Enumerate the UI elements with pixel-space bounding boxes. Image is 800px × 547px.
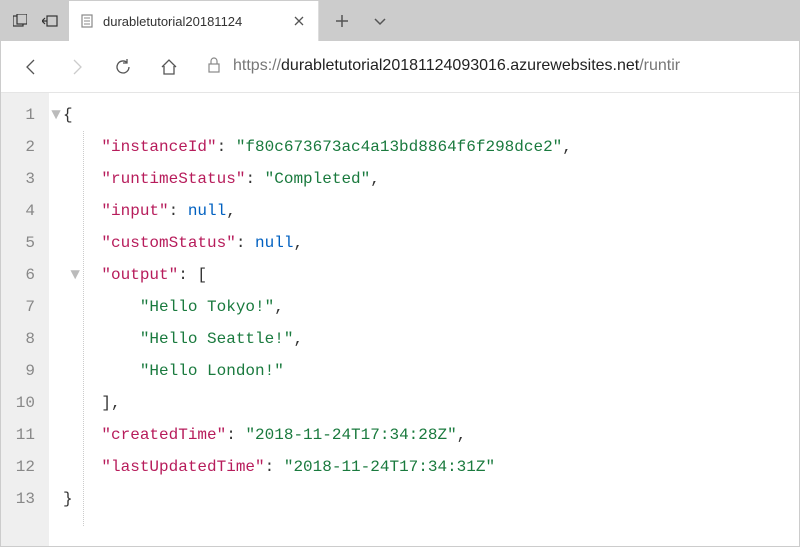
code-line: ▼{: [49, 99, 572, 131]
page-icon: [79, 13, 95, 29]
line-number: 5: [11, 227, 35, 259]
code-line: "Hello London!": [49, 355, 572, 387]
line-number: 1: [11, 99, 35, 131]
code-line: ],: [49, 387, 572, 419]
new-tab-button[interactable]: [325, 4, 359, 38]
code-line: "createdTime": "2018-11-24T17:34:28Z",: [49, 419, 572, 451]
line-number: 13: [11, 483, 35, 515]
line-number: 3: [11, 163, 35, 195]
code-line: "runtimeStatus": "Completed",: [49, 163, 572, 195]
refresh-button[interactable]: [103, 47, 143, 87]
code-line: "lastUpdatedTime": "2018-11-24T17:34:31Z…: [49, 451, 572, 483]
tab-actions-icon[interactable]: [7, 8, 33, 34]
code-line: "customStatus": null,: [49, 227, 572, 259]
tab-dropdown-button[interactable]: [363, 4, 397, 38]
code-line: }: [49, 483, 572, 515]
line-number: 10: [11, 387, 35, 419]
code-line: "Hello Tokyo!",: [49, 291, 572, 323]
fold-toggle-icon[interactable]: ▼: [49, 99, 63, 131]
url-text: https://durabletutorial20181124093016.az…: [233, 57, 680, 75]
code-line: "instanceId": "f80c673673ac4a13bd8864f6f…: [49, 131, 572, 163]
set-aside-tabs-icon[interactable]: [37, 8, 63, 34]
line-number: 2: [11, 131, 35, 163]
fold-toggle-icon[interactable]: ▼: [68, 259, 82, 291]
url-scheme: https://: [233, 57, 281, 74]
line-number: 12: [11, 451, 35, 483]
browser-toolbar: https://durabletutorial20181124093016.az…: [1, 41, 799, 93]
back-button[interactable]: [11, 47, 51, 87]
code-line: "Hello Seattle!",: [49, 323, 572, 355]
titlebar-left-controls: [1, 1, 69, 41]
code-line: ▼ "output": [: [49, 259, 572, 291]
code-area[interactable]: ▼{ "instanceId": "f80c673673ac4a13bd8864…: [49, 93, 572, 546]
forward-button[interactable]: [57, 47, 97, 87]
line-number: 6: [11, 259, 35, 291]
line-number: 9: [11, 355, 35, 387]
line-number: 8: [11, 323, 35, 355]
home-button[interactable]: [149, 47, 189, 87]
tab-title: durabletutorial20181124: [103, 14, 284, 29]
titlebar-right-controls: [319, 1, 397, 41]
line-number: 11: [11, 419, 35, 451]
lock-icon: [207, 57, 221, 76]
url-host: durabletutorial20181124093016.azurewebsi…: [281, 57, 639, 74]
line-number: 4: [11, 195, 35, 227]
line-number-gutter: 1 2 3 4 5 6 7 8 9 10 11 12 13: [1, 93, 49, 546]
indent-guide: [83, 131, 84, 526]
url-path: /runtir: [639, 57, 680, 74]
window-titlebar: durabletutorial20181124: [1, 1, 799, 41]
code-line: "input": null,: [49, 195, 572, 227]
line-number: 7: [11, 291, 35, 323]
browser-tab[interactable]: durabletutorial20181124: [69, 1, 319, 41]
tab-close-button[interactable]: [290, 12, 308, 30]
address-bar[interactable]: https://durabletutorial20181124093016.az…: [195, 49, 789, 85]
json-viewer: 1 2 3 4 5 6 7 8 9 10 11 12 13 ▼{ "instan…: [1, 93, 799, 546]
